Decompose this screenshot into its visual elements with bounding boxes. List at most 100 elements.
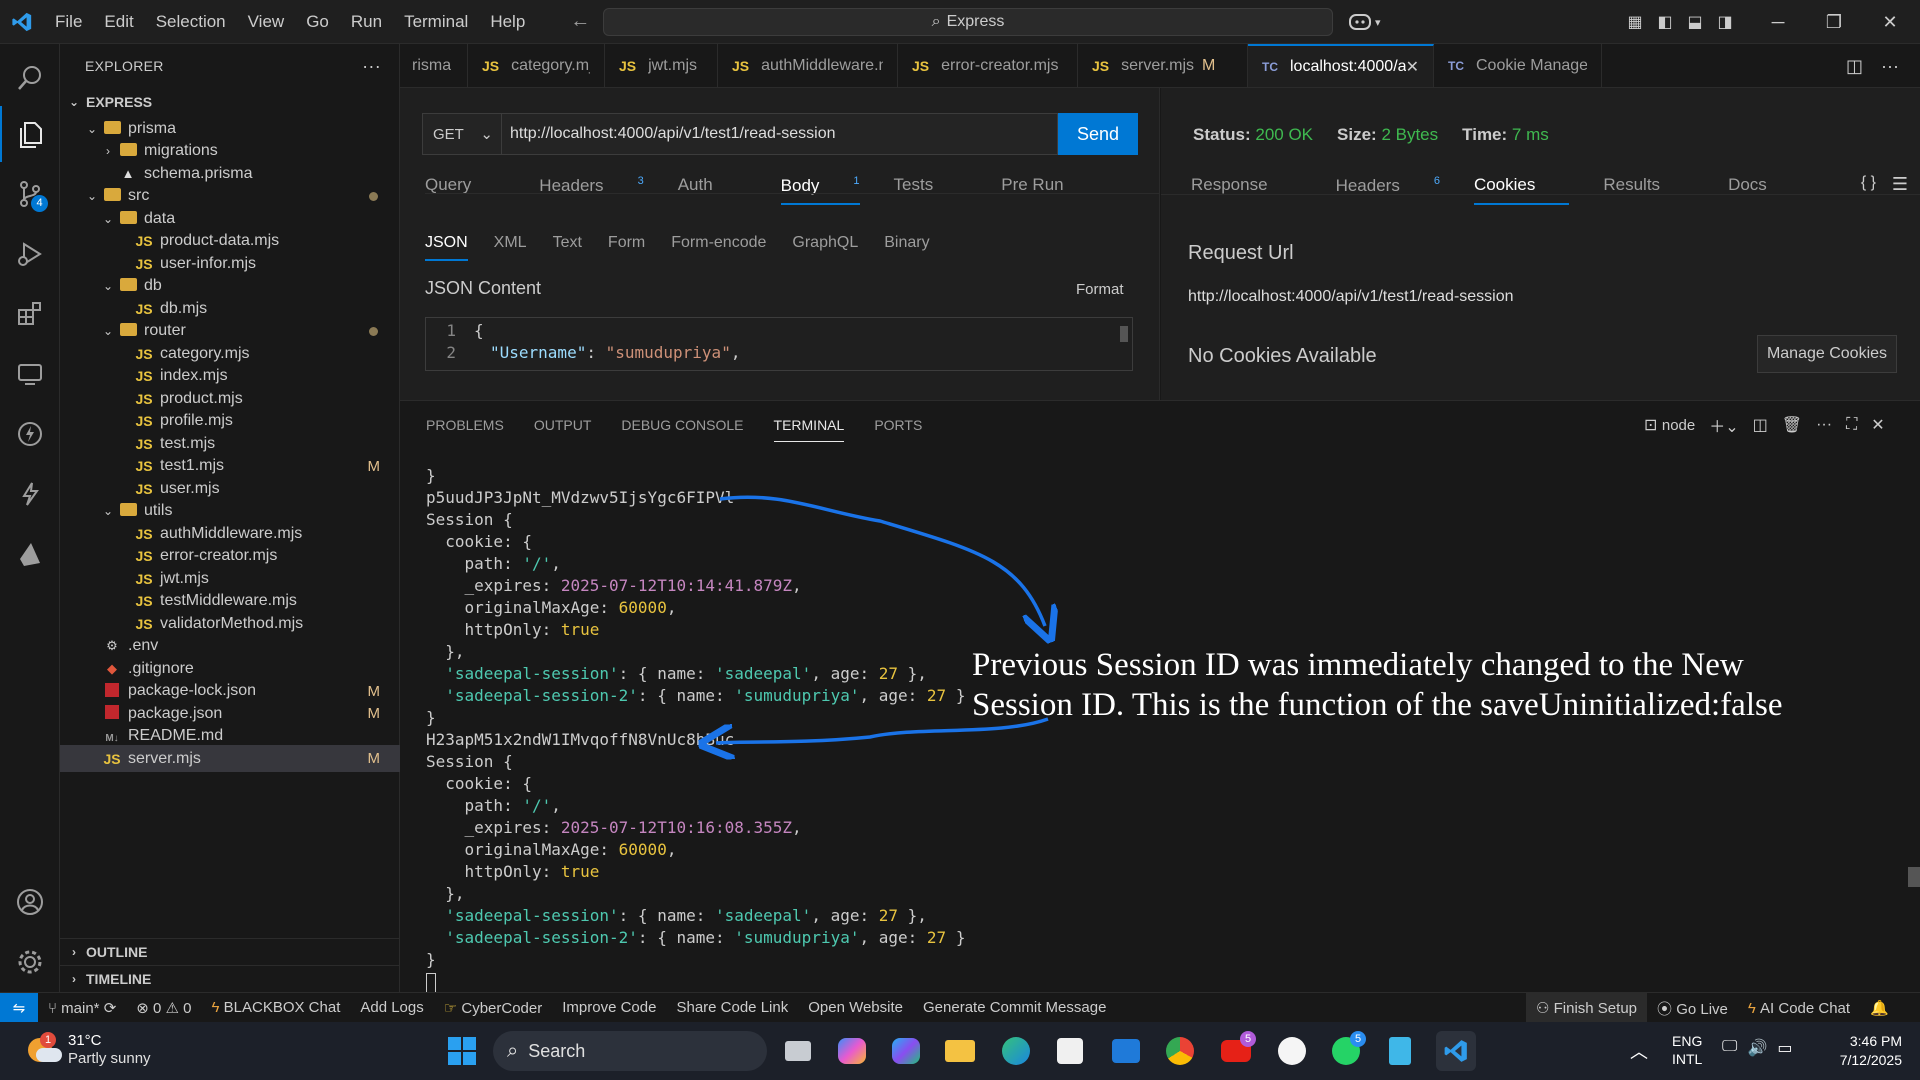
minimize-button[interactable]: ─ xyxy=(1750,12,1806,33)
add-logs-item[interactable]: Add Logs xyxy=(350,999,433,1016)
ai-code-chat-item[interactable]: ϟ AI Code Chat xyxy=(1738,1000,1860,1017)
store-icon[interactable] xyxy=(1050,1031,1090,1071)
terminal-scrollbar[interactable] xyxy=(1908,465,1920,913)
response-tab-results[interactable]: Results xyxy=(1603,175,1694,196)
generate-commit-item[interactable]: Generate Commit Message xyxy=(913,999,1116,1016)
system-tray[interactable]: 🖵 🔊 ▭ xyxy=(1722,1038,1792,1058)
menu-file[interactable]: File xyxy=(44,0,93,44)
finish-setup-item[interactable]: ⚇ Finish Setup xyxy=(1526,993,1648,1023)
customize-layout-icon[interactable]: ▦ xyxy=(1620,12,1650,32)
tab-server-mjs[interactable]: JS server.mjs M xyxy=(1078,44,1248,87)
body-type-form[interactable]: Form xyxy=(608,234,645,252)
split-editor-icon[interactable]: ◫ xyxy=(1846,56,1863,77)
edge-icon[interactable] xyxy=(996,1031,1036,1071)
microsoft365-icon[interactable] xyxy=(886,1031,926,1071)
url-input[interactable]: http://localhost:4000/api/v1/test1/read-… xyxy=(501,113,1058,155)
menu-run[interactable]: Run xyxy=(340,0,393,44)
improve-code-item[interactable]: Improve Code xyxy=(552,999,666,1016)
menu-selection[interactable]: Selection xyxy=(145,0,237,44)
run-debug-icon[interactable] xyxy=(0,226,60,282)
format-button[interactable]: Format xyxy=(1076,281,1124,298)
tab-error-creator-mjs[interactable]: JS error-creator.mjs xyxy=(898,44,1078,87)
copilot-app-icon[interactable] xyxy=(832,1031,872,1071)
account-icon[interactable] xyxy=(0,874,60,930)
source-control-icon[interactable]: 4 xyxy=(0,166,60,222)
clock[interactable]: 3:46 PM 7/12/2025 xyxy=(1822,1032,1902,1070)
tab-category-mjs[interactable]: JScategory.mjs xyxy=(468,44,605,87)
outlook-icon[interactable] xyxy=(1106,1031,1146,1071)
editor-scrollbar[interactable] xyxy=(1120,326,1128,342)
file-server-mjs[interactable]: JS server.mjs M xyxy=(60,745,400,772)
menu-icon[interactable]: ☰ xyxy=(1892,174,1908,195)
body-type-binary[interactable]: Binary xyxy=(884,234,929,252)
blackbox-chat-item[interactable]: ϟ BLACKBOX Chat xyxy=(202,999,351,1016)
body-type-xml[interactable]: XML xyxy=(494,234,527,252)
toggle-secondary-sidebar-icon[interactable]: ◨ xyxy=(1710,12,1740,32)
workspace-root[interactable]: ⌄ EXPRESS xyxy=(60,88,400,115)
back-arrow-icon[interactable]: ← xyxy=(560,10,600,33)
close-window-button[interactable]: ✕ xyxy=(1862,12,1918,33)
explorer-icon[interactable] xyxy=(0,106,60,162)
close-tab-icon[interactable]: ✕ xyxy=(1406,57,1419,77)
body-type-json[interactable]: JSON xyxy=(425,234,468,261)
search-icon[interactable] xyxy=(0,50,60,106)
prisma-icon[interactable] xyxy=(0,526,60,582)
settings-gear-icon[interactable] xyxy=(0,934,60,990)
response-tab-response[interactable]: Response xyxy=(1191,175,1302,196)
cybercoder-item[interactable]: ☞ CyberCoder xyxy=(434,999,553,1017)
more-actions-icon[interactable]: ··· xyxy=(1881,56,1899,77)
tab-risma[interactable]: risma xyxy=(400,44,468,87)
body-type-form-encode[interactable]: Form-encode xyxy=(671,234,766,252)
tab-jwt-mjs[interactable]: JS jwt.mjs xyxy=(605,44,718,87)
blackbox-icon[interactable] xyxy=(0,466,60,522)
whatsapp-icon[interactable] xyxy=(1272,1031,1312,1071)
json-view-icon[interactable]: { } xyxy=(1861,174,1876,192)
notifications-bell-icon[interactable]: 🔔 xyxy=(1860,999,1899,1017)
vscode-taskbar-icon[interactable] xyxy=(1436,1031,1476,1071)
tab-authmiddleware-mjs[interactable]: JSauthMiddleware.mjs xyxy=(718,44,898,87)
method-select[interactable]: GET ⌄ xyxy=(422,113,502,155)
remote-indicator-icon[interactable]: ⇋ xyxy=(0,992,38,1023)
response-tab-docs[interactable]: Docs xyxy=(1728,175,1801,196)
timeline-section[interactable]: › TIMELINE xyxy=(60,965,400,992)
menu-go[interactable]: Go xyxy=(295,0,340,44)
outline-section[interactable]: › OUTLINE xyxy=(60,938,400,965)
go-live-item[interactable]: ⦿ Go Live xyxy=(1647,998,1738,1019)
taskbar-search[interactable]: ⌕ Search xyxy=(493,1031,767,1071)
menu-edit[interactable]: Edit xyxy=(93,0,144,44)
menu-view[interactable]: View xyxy=(237,0,296,44)
body-type-text[interactable]: Text xyxy=(553,234,582,252)
toggle-sidebar-icon[interactable]: ◧ xyxy=(1650,12,1680,32)
menu-terminal[interactable]: Terminal xyxy=(393,0,479,44)
extensions-icon[interactable] xyxy=(0,286,60,342)
youtube-icon[interactable]: 5 xyxy=(1216,1031,1256,1071)
send-button[interactable]: Send xyxy=(1058,113,1138,155)
manage-cookies-button[interactable]: Manage Cookies xyxy=(1757,335,1897,373)
open-website-item[interactable]: Open Website xyxy=(798,999,913,1016)
whatsapp-business-icon[interactable]: 5 xyxy=(1326,1031,1366,1071)
json-body-editor[interactable]: 1{ 2 "Username": "sumudupriya", xyxy=(425,317,1133,371)
thunder-client-icon[interactable] xyxy=(0,406,60,462)
response-tab-cookies[interactable]: Cookies xyxy=(1473,175,1570,205)
remote-explorer-icon[interactable] xyxy=(0,346,60,402)
language-indicator[interactable]: ENG INTL xyxy=(1672,1032,1702,1068)
branch-indicator[interactable]: ⑂ main* ⟳ xyxy=(38,999,126,1017)
tab-cookie-manager[interactable]: TC Cookie Manager xyxy=(1434,44,1602,87)
task-view-icon[interactable] xyxy=(778,1031,818,1071)
weather-widget[interactable]: 1 31°C Partly sunny xyxy=(26,1032,151,1068)
command-center-search[interactable]: ⌕ Express xyxy=(603,8,1333,36)
menu-help[interactable]: Help xyxy=(479,0,536,44)
chevron-up-icon[interactable]: ︿ xyxy=(1630,1038,1648,1064)
share-code-link-item[interactable]: Share Code Link xyxy=(666,999,798,1016)
file-explorer-icon[interactable] xyxy=(940,1031,980,1071)
chrome-icon[interactable] xyxy=(1160,1031,1200,1071)
more-actions-icon[interactable]: ··· xyxy=(362,56,381,77)
response-tab-headers[interactable]: Headers 6 xyxy=(1336,175,1440,196)
problems-indicator[interactable]: ⊗ 0 ⚠ 0 xyxy=(126,999,201,1017)
copilot-icon[interactable]: ▾ xyxy=(1348,0,1381,44)
body-type-graphql[interactable]: GraphQL xyxy=(792,234,858,252)
restore-button[interactable]: ❐ xyxy=(1806,12,1862,33)
notepad-icon[interactable] xyxy=(1380,1031,1420,1071)
toggle-panel-icon[interactable]: ⬓ xyxy=(1680,12,1710,32)
windows-start-icon[interactable] xyxy=(442,1031,482,1071)
